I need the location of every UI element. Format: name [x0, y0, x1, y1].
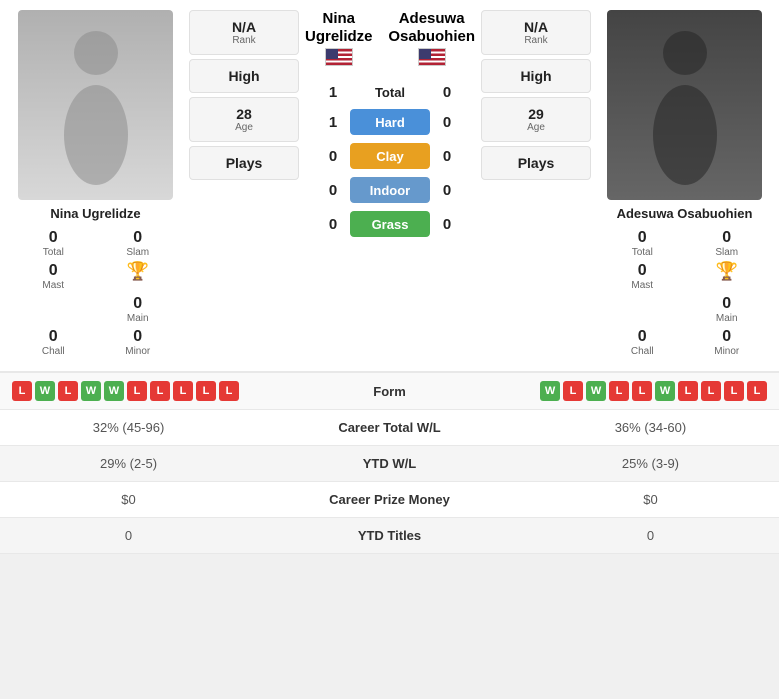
player2-slam: 0 Slam	[690, 229, 765, 258]
player1-stats: 0 Total 0 Slam 0 Mast 🏆 0 Main	[8, 229, 183, 357]
form-badge-p2-l: L	[632, 381, 652, 401]
bottom-section: LWLWWLLLLL Form WLWLLWLLLL 32% (45-96)Ca…	[0, 371, 779, 554]
player2-stats: 0 Total 0 Slam 0 Mast 🏆 0 Main	[597, 229, 772, 357]
form-badge-p1-l: L	[196, 381, 216, 401]
hard-row: 1 Hard 0	[305, 105, 475, 139]
player2-high-box: High	[481, 59, 591, 93]
player2-silhouette	[607, 10, 762, 200]
form-badge-p1-l: L	[219, 381, 239, 401]
stat-p1-3: 0	[0, 518, 257, 554]
stat-label-1: YTD W/L	[257, 446, 522, 482]
player1-form-badges: LWLWWLLLLL	[12, 381, 264, 401]
form-badge-p2-w: W	[540, 381, 560, 401]
form-badge-p2-l: L	[747, 381, 767, 401]
form-badge-p2-l: L	[724, 381, 744, 401]
stat-p2-2: $0	[522, 482, 779, 518]
player1-main: 0 Main	[101, 295, 176, 324]
stat-label-2: Career Prize Money	[257, 482, 522, 518]
trophy-icon: 🏆	[127, 262, 149, 280]
player1-age-box: 28 Age	[189, 97, 299, 142]
player1-plays-box: Plays	[189, 146, 299, 180]
stats-row-0: 32% (45-96)Career Total W/L36% (34-60)	[0, 410, 779, 446]
form-badge-p1-l: L	[150, 381, 170, 401]
form-badge-p2-l: L	[701, 381, 721, 401]
player2-trophy: 🏆	[690, 262, 765, 291]
player2-form-badges: WLWLLWLLLL	[515, 381, 767, 401]
form-row: LWLWWLLLLL Form WLWLLWLLLL	[0, 373, 779, 410]
form-badge-p2-l: L	[678, 381, 698, 401]
center-column: NinaUgrelidze AdesuwaOsabuohien 1	[305, 10, 475, 241]
player1-silhouette	[18, 10, 173, 200]
clay-row: 0 Clay 0	[305, 139, 475, 173]
player1-info-panel: N/A Rank High 28 Age Plays	[189, 10, 299, 180]
stats-table: 32% (45-96)Career Total W/L36% (34-60)29…	[0, 410, 779, 554]
player1-chall: 0 Chall	[16, 328, 91, 357]
player1-card: Nina Ugrelidze 0 Total 0 Slam 0 Mast 🏆	[8, 10, 183, 357]
player1-rank-box: N/A Rank	[189, 10, 299, 55]
form-badge-p1-w: W	[81, 381, 101, 401]
player1-slam: 0 Slam	[101, 229, 176, 258]
player2-plays-box: Plays	[481, 146, 591, 180]
form-badge-p2-w: W	[586, 381, 606, 401]
stat-p2-0: 36% (34-60)	[522, 410, 779, 446]
player2-total: 0 Total	[605, 229, 680, 258]
form-badge-p1-l: L	[127, 381, 147, 401]
stats-row-1: 29% (2-5)YTD W/L25% (3-9)	[0, 446, 779, 482]
total-row: 1 Total 0	[305, 80, 475, 105]
form-badge-p2-l: L	[609, 381, 629, 401]
stat-p1-0: 32% (45-96)	[0, 410, 257, 446]
player2-main: 0 Main	[690, 295, 765, 324]
stat-label-0: Career Total W/L	[257, 410, 522, 446]
player1-minor: 0 Minor	[101, 328, 176, 357]
player2-name-center: AdesuwaOsabuohien	[388, 10, 475, 66]
stat-p2-3: 0	[522, 518, 779, 554]
trophy-icon-2: 🏆	[716, 262, 738, 280]
player1-high-box: High	[189, 59, 299, 93]
player2-chall: 0 Chall	[605, 328, 680, 357]
player2-age-box: 29 Age	[481, 97, 591, 142]
stats-row-3: 0YTD Titles0	[0, 518, 779, 554]
player2-card: Adesuwa Osabuohien 0 Total 0 Slam 0 Mast…	[597, 10, 772, 357]
stat-label-3: YTD Titles	[257, 518, 522, 554]
form-badge-p2-w: W	[655, 381, 675, 401]
player1-name: Nina Ugrelidze	[50, 206, 140, 221]
player1-name-center: NinaUgrelidze	[305, 10, 373, 66]
player1-mast: 0 Mast	[16, 262, 91, 291]
player2-info-panel: N/A Rank High 29 Age Plays	[481, 10, 591, 180]
player2-mast: 0 Mast	[605, 262, 680, 291]
stat-p1-2: $0	[0, 482, 257, 518]
form-label: Form	[264, 384, 516, 399]
player2-name: Adesuwa Osabuohien	[617, 206, 753, 221]
main-container: Nina Ugrelidze 0 Total 0 Slam 0 Mast 🏆	[0, 0, 779, 554]
form-badge-p2-l: L	[563, 381, 583, 401]
form-badge-p1-l: L	[173, 381, 193, 401]
player1-total: 0 Total	[16, 229, 91, 258]
player2-avatar	[607, 10, 762, 200]
player1-avatar	[18, 10, 173, 200]
surface-table: 1 Total 0 1 Hard 0 0 Clay 0 0	[305, 80, 475, 241]
player1-flag	[325, 48, 353, 66]
player2-flag	[418, 48, 446, 66]
stat-p1-1: 29% (2-5)	[0, 446, 257, 482]
form-badge-p1-w: W	[104, 381, 124, 401]
player2-minor: 0 Minor	[690, 328, 765, 357]
form-badge-p1-l: L	[12, 381, 32, 401]
form-badge-p1-w: W	[35, 381, 55, 401]
stat-p2-1: 25% (3-9)	[522, 446, 779, 482]
indoor-row: 0 Indoor 0	[305, 173, 475, 207]
top-cards-row: Nina Ugrelidze 0 Total 0 Slam 0 Mast 🏆	[0, 0, 779, 367]
player1-trophy: 🏆	[101, 262, 176, 291]
form-badge-p1-l: L	[58, 381, 78, 401]
stats-row-2: $0Career Prize Money$0	[0, 482, 779, 518]
player2-rank-box: N/A Rank	[481, 10, 591, 55]
grass-row: 0 Grass 0	[305, 207, 475, 241]
